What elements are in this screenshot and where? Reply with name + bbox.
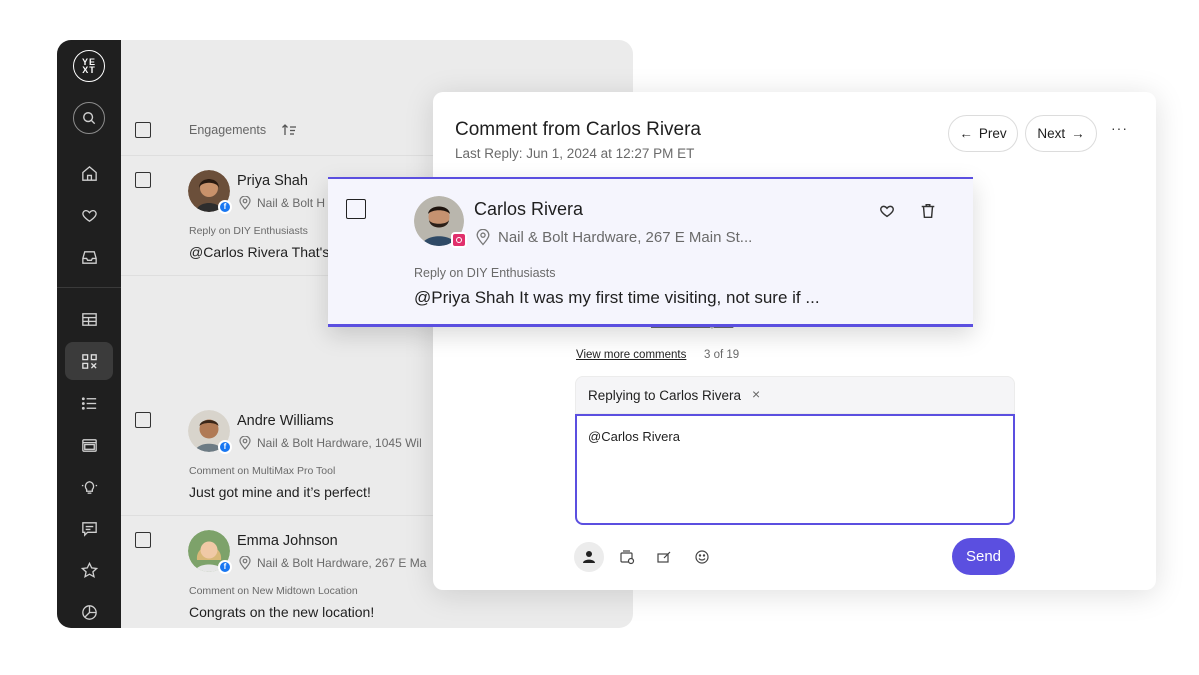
- facebook-icon: f: [218, 440, 232, 454]
- comment-location: Nail & Bolt Hardware, 267 E Main St...: [476, 229, 752, 246]
- search-icon[interactable]: [73, 102, 105, 134]
- next-button-label: Next: [1037, 126, 1066, 141]
- yext-logo: YE XT: [73, 50, 105, 82]
- row-text: Congrats on the new location!: [189, 604, 375, 620]
- highlighted-comment-card[interactable]: Carlos Rivera Nail & Bolt Hardware, 267 …: [328, 177, 973, 327]
- location-pin-icon: [476, 229, 490, 246]
- arrow-left-icon: ←: [959, 126, 973, 141]
- comment-author-name: Carlos Rivera: [474, 199, 584, 219]
- location-pin-icon: [239, 436, 251, 450]
- sort-icon[interactable]: [281, 122, 297, 138]
- pie-chart-icon[interactable]: [65, 593, 113, 628]
- row-author-name: Priya Shah: [237, 173, 308, 189]
- send-button[interactable]: Send: [952, 538, 1015, 575]
- facebook-icon: f: [218, 200, 232, 214]
- screenshot-stage: YE XT Engagements f Priya Shah Nail & Bo…: [0, 0, 1199, 675]
- row-location: Nail & Bolt Hardware, 1045 Wil: [239, 436, 422, 450]
- row-meta: Comment on MultiMax Pro Tool: [189, 465, 336, 477]
- row-checkbox[interactable]: [135, 532, 151, 548]
- list-icon[interactable]: [65, 384, 113, 422]
- location-pin-icon: [239, 196, 251, 210]
- row-location-text: Nail & Bolt Hardware, 1045 Wil: [257, 436, 422, 450]
- prev-button[interactable]: ← Prev: [948, 115, 1018, 152]
- avatar: f: [188, 170, 232, 214]
- arrow-right-icon: →: [1071, 126, 1085, 141]
- view-more-comments-link[interactable]: View more comments: [576, 349, 686, 361]
- comment-count: 3 of 19: [704, 349, 740, 361]
- row-author-name: Andre Williams: [237, 413, 334, 429]
- panel-title: Comment from Carlos Rivera: [455, 119, 701, 140]
- heart-icon[interactable]: [65, 196, 113, 234]
- comment-detail-panel: Comment from Carlos Rivera Last Reply: J…: [433, 92, 1156, 590]
- reply-textarea[interactable]: @Carlos Rivera: [575, 414, 1015, 525]
- close-icon[interactable]: ×: [752, 386, 760, 402]
- replying-to-text: Replying to Carlos Rivera: [588, 388, 742, 403]
- prev-button-label: Prev: [978, 126, 1007, 141]
- engagements-header-label: Engagements: [189, 123, 267, 137]
- select-all-checkbox[interactable]: [135, 122, 151, 138]
- edit-icon[interactable]: [649, 542, 679, 572]
- heart-icon[interactable]: [878, 202, 896, 220]
- row-text: Just got mine and it’s perfect!: [189, 484, 371, 500]
- row-author-name: Emma Johnson: [237, 533, 338, 549]
- lightbulb-icon[interactable]: [65, 467, 113, 505]
- trash-icon[interactable]: [919, 202, 937, 220]
- row-checkbox[interactable]: [135, 172, 151, 188]
- comment-location-text: Nail & Bolt Hardware, 267 E Main St...: [498, 229, 753, 246]
- comment-text: @Priya Shah It was my first time visitin…: [414, 288, 820, 307]
- table-icon[interactable]: [65, 300, 113, 338]
- avatar: f: [188, 410, 232, 454]
- panel-subtitle: Last Reply: Jun 1, 2024 at 12:27 PM ET: [455, 146, 695, 161]
- avatar: [414, 196, 467, 248]
- comment-checkbox[interactable]: [346, 199, 366, 219]
- row-location: Nail & Bolt H: [239, 196, 325, 210]
- row-meta: Reply on DIY Enthusiasts: [189, 225, 308, 237]
- location-pin-icon: [239, 556, 251, 570]
- replying-to-bar: Replying to Carlos Rivera ×: [575, 376, 1015, 414]
- reply-text-value: @Carlos Rivera: [588, 429, 680, 444]
- row-location-text: Nail & Bolt Hardware, 267 E Ma: [257, 556, 427, 570]
- home-icon[interactable]: [65, 154, 113, 192]
- chat-icon[interactable]: [65, 509, 113, 547]
- row-meta: Comment on New Midtown Location: [189, 585, 358, 597]
- row-location: Nail & Bolt Hardware, 267 E Ma: [239, 556, 426, 570]
- row-text: @Carlos Rivera That's: [189, 244, 330, 260]
- sidebar-divider: [57, 287, 121, 288]
- comment-meta: Reply on DIY Enthusiasts: [414, 266, 556, 280]
- facebook-icon: f: [218, 560, 232, 574]
- template-icon[interactable]: [612, 542, 642, 572]
- more-options-button[interactable]: ···: [1111, 120, 1128, 136]
- user-icon[interactable]: [574, 542, 604, 572]
- sidebar: YE XT: [57, 40, 121, 628]
- row-checkbox[interactable]: [135, 412, 151, 428]
- apps-icon[interactable]: [65, 342, 113, 380]
- avatar: f: [188, 530, 232, 574]
- emoji-icon[interactable]: [687, 542, 717, 572]
- row-location-text: Nail & Bolt H: [257, 196, 326, 210]
- inbox-icon[interactable]: [65, 238, 113, 276]
- window-icon[interactable]: [65, 426, 113, 464]
- instagram-icon: [451, 232, 467, 248]
- star-icon[interactable]: [65, 551, 113, 589]
- next-button[interactable]: Next →: [1025, 115, 1097, 152]
